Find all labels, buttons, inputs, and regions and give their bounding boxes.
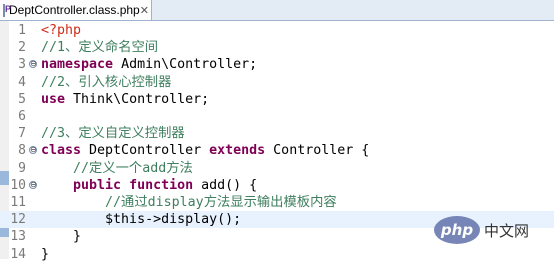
code-token: add() { bbox=[193, 177, 258, 193]
line-number: 1 bbox=[18, 23, 26, 38]
code-text: //3、定义自定义控制器 bbox=[41, 125, 185, 142]
code-text: //1、定义命名空间 bbox=[41, 39, 158, 56]
code-line[interactable]: 6 bbox=[0, 108, 554, 125]
php-logo: php bbox=[434, 216, 480, 244]
code-token: } bbox=[41, 229, 82, 245]
line-number: 8 bbox=[18, 143, 26, 159]
fold-toggle-icon[interactable]: ⊖ bbox=[29, 60, 37, 69]
code-token: Controller { bbox=[265, 143, 370, 159]
php-file-icon bbox=[3, 3, 11, 17]
file-tab-label: DeptController.class.php bbox=[9, 3, 140, 17]
code-token: <?php bbox=[41, 23, 82, 38]
code-line[interactable]: 4 //2、引入核心控制器 bbox=[0, 74, 554, 91]
code-token: $this->display(); bbox=[41, 212, 242, 228]
code-line[interactable]: 9 //定义一个add方法 bbox=[0, 160, 554, 177]
line-number: 4 bbox=[18, 74, 26, 90]
code-text: <?php bbox=[41, 22, 81, 39]
line-number: 11 bbox=[10, 195, 26, 210]
code-token: Admin\Controller; bbox=[113, 57, 258, 73]
watermark: php 中文网 bbox=[434, 215, 554, 245]
line-number: 12 bbox=[10, 212, 26, 228]
code-token: } bbox=[41, 246, 50, 262]
fold-toggle-icon[interactable]: ⊖ bbox=[29, 146, 37, 155]
code-text: } bbox=[41, 228, 81, 245]
code-token: use bbox=[41, 91, 66, 107]
line-number: 2 bbox=[18, 40, 26, 56]
code-line[interactable]: 7 //3、定义自定义控制器 bbox=[0, 125, 554, 142]
code-token: //2、引入核心控制器 bbox=[41, 74, 172, 90]
line-number: 10 bbox=[10, 177, 26, 193]
fold-toggle-icon[interactable]: ⊖ bbox=[29, 180, 37, 189]
code-line[interactable]: 1 <?php bbox=[0, 22, 554, 39]
code-token: //1、定义命名空间 bbox=[41, 40, 159, 56]
editor-tab-bar: DeptController.class.php ✕ bbox=[0, 0, 554, 21]
code-token: extends bbox=[209, 143, 266, 159]
close-icon[interactable]: ✕ bbox=[140, 4, 149, 17]
code-text: class DeptController extends Controller … bbox=[41, 142, 369, 159]
code-token: //定义一个add方法 bbox=[73, 160, 193, 176]
code-token: Think\Controller; bbox=[65, 91, 210, 107]
line-number: 6 bbox=[18, 109, 26, 124]
line-number: 5 bbox=[18, 91, 26, 107]
code-line[interactable]: 10 ⊖ public function add() { bbox=[0, 177, 554, 194]
code-text: //定义一个add方法 bbox=[41, 160, 193, 177]
watermark-text: 中文网 bbox=[484, 221, 530, 240]
code-token: DeptController bbox=[81, 143, 210, 159]
code-line[interactable]: 11 //通过display方法显示输出模板内容 bbox=[0, 194, 554, 211]
file-tab[interactable]: DeptController.class.php ✕ bbox=[0, 0, 152, 20]
code-line[interactable]: 8 ⊖ class DeptController extends Controlle… bbox=[0, 142, 554, 159]
line-number: 7 bbox=[18, 126, 26, 142]
line-number: 14 bbox=[10, 246, 26, 262]
code-text: $this->display(); bbox=[41, 211, 241, 228]
code-text: //通过display方法显示输出模板内容 bbox=[41, 194, 337, 211]
line-number: 13 bbox=[10, 229, 26, 245]
code-text: //2、引入核心控制器 bbox=[41, 74, 171, 91]
code-line[interactable]: 5 use Think\Controller; bbox=[0, 91, 554, 108]
code-line[interactable]: 3 ⊖ namespace Admin\Controller; bbox=[0, 56, 554, 73]
code-text: } bbox=[41, 246, 49, 263]
code-text: public function add() { bbox=[41, 177, 257, 194]
code-token: public function bbox=[73, 177, 194, 193]
code-token: class bbox=[41, 143, 82, 159]
code-text: namespace Admin\Controller; bbox=[41, 56, 257, 73]
code-text: use Think\Controller; bbox=[41, 91, 209, 108]
line-number: 3 bbox=[18, 57, 26, 73]
line-number: 9 bbox=[18, 160, 26, 176]
code-line[interactable]: 2 //1、定义命名空间 bbox=[0, 39, 554, 56]
code-token: //通过display方法显示输出模板内容 bbox=[105, 195, 337, 210]
code-token: namespace bbox=[41, 57, 114, 73]
code-line[interactable]: 14} bbox=[0, 246, 554, 263]
code-token: //3、定义自定义控制器 bbox=[41, 126, 185, 142]
